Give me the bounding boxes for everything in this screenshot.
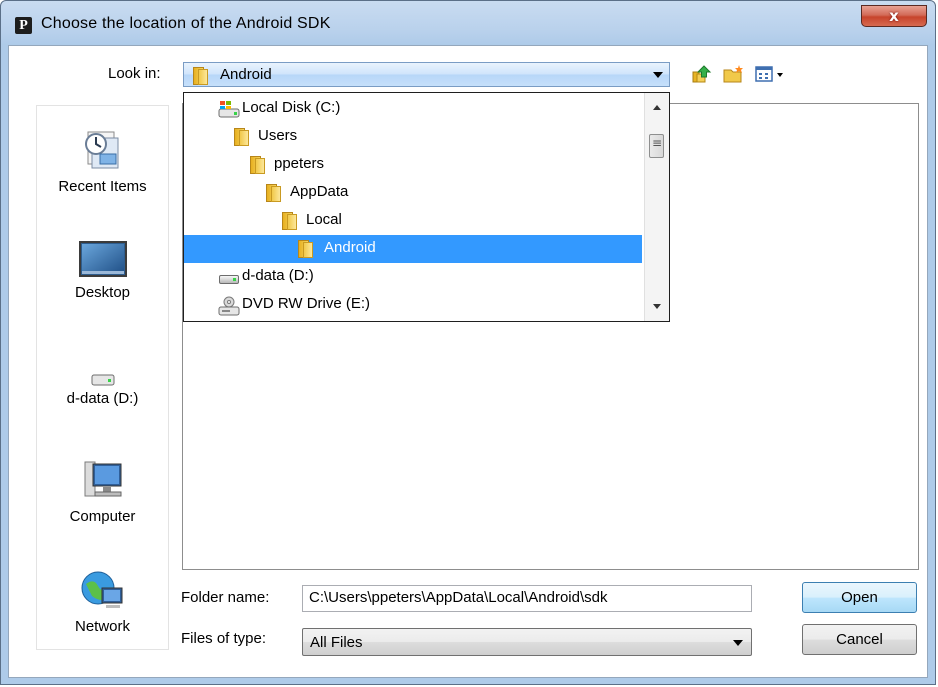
place-label: Desktop: [74, 284, 131, 301]
dropdown-item-local[interactable]: Local: [184, 207, 642, 235]
place-desktop[interactable]: Desktop: [37, 240, 168, 301]
dropdown-scrollbar[interactable]: [644, 93, 669, 321]
dropdown-item-label: Users: [258, 127, 298, 144]
dropdown-item-label: Local Disk (C:): [242, 99, 341, 116]
look-in-value: Android: [220, 66, 272, 83]
dropdown-item-dvd-rw-drive[interactable]: DVD RW Drive (E:): [184, 291, 642, 319]
dropdown-item-local-disk-c[interactable]: Local Disk (C:): [184, 95, 642, 123]
folder-name-input[interactable]: C:\Users\ppeters\AppData\Local\Android\s…: [302, 585, 752, 612]
look-in-dropdown-list[interactable]: Local Disk (C:) Users ppeters AppData Lo…: [183, 92, 670, 322]
scroll-down-arrow-icon[interactable]: [653, 304, 661, 309]
cancel-button[interactable]: Cancel: [802, 624, 917, 655]
local-disk-icon: [218, 100, 240, 122]
up-one-level-icon[interactable]: [690, 64, 712, 84]
place-d-data[interactable]: d-data (D:): [37, 372, 168, 407]
files-of-type-value: All Files: [310, 634, 363, 651]
drive-icon: [91, 374, 114, 386]
create-new-folder-icon[interactable]: [722, 64, 744, 84]
dvd-drive-icon: [218, 296, 240, 320]
open-button[interactable]: Open: [802, 582, 917, 613]
place-computer[interactable]: Computer: [37, 458, 168, 525]
files-of-type-select[interactable]: All Files: [302, 628, 752, 656]
dropdown-item-d-data[interactable]: d-data (D:): [184, 263, 642, 291]
close-button[interactable]: x: [861, 5, 927, 27]
window-title: Choose the location of the Android SDK: [41, 15, 331, 32]
folder-name-label: Folder name:: [181, 589, 270, 606]
dropdown-item-label: d-data (D:): [242, 267, 314, 284]
files-of-type-label: Files of type:: [181, 630, 267, 647]
dropdown-item-appdata[interactable]: AppData: [184, 179, 642, 207]
place-network[interactable]: Network: [37, 568, 168, 635]
scroll-thumb[interactable]: [649, 134, 664, 158]
folder-icon: [282, 212, 297, 234]
scroll-up-arrow-icon[interactable]: [653, 105, 661, 110]
dropdown-item-label: ppeters: [274, 155, 325, 172]
folder-icon: [298, 240, 313, 262]
folder-icon: [266, 184, 281, 206]
app-icon: P: [15, 17, 32, 34]
dropdown-item-ppeters[interactable]: ppeters: [184, 151, 642, 179]
place-label: Network: [74, 618, 130, 635]
place-recent-items[interactable]: Recent Items: [37, 128, 168, 195]
places-sidebar: Recent Items Desktop d-data (D:) Compute…: [36, 105, 169, 650]
drive-icon: [218, 271, 240, 289]
place-label: Recent Items: [58, 178, 147, 195]
chevron-down-icon: [653, 72, 663, 78]
dropdown-item-label: Local: [306, 211, 342, 228]
view-menu-icon[interactable]: [754, 64, 790, 84]
look-in-label: Look in:: [108, 65, 161, 82]
folder-icon: [250, 156, 265, 178]
title-bar[interactable]: P Choose the location of the Android SDK…: [1, 1, 935, 45]
dropdown-item-label: Android: [324, 239, 376, 256]
dropdown-item-label: AppData: [290, 183, 349, 200]
computer-icon: [84, 461, 121, 497]
recent-items-icon: [84, 131, 118, 169]
folder-icon: [234, 128, 249, 150]
place-label: Computer: [69, 508, 136, 525]
dropdown-item-android[interactable]: Android: [184, 235, 642, 263]
folder-icon: [193, 67, 208, 89]
chevron-down-icon: [733, 640, 743, 646]
network-icon: [81, 571, 122, 608]
dropdown-item-users[interactable]: Users: [184, 123, 642, 151]
desktop-icon: [78, 241, 127, 277]
dropdown-item-label: DVD RW Drive (E:): [242, 295, 371, 312]
place-label: d-data (D:): [66, 390, 139, 407]
look-in-combo[interactable]: Android: [183, 62, 670, 87]
